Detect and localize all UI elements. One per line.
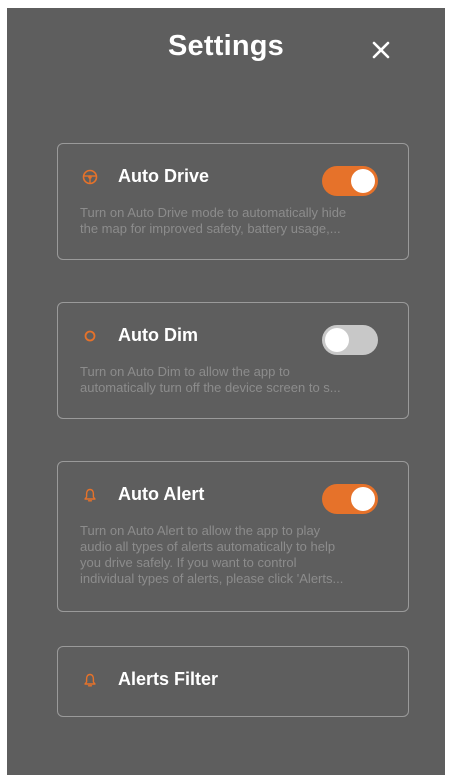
toggle-knob: [351, 169, 375, 193]
close-icon[interactable]: [368, 37, 394, 63]
toggle-knob: [325, 328, 349, 352]
alerts-filter-label: Alerts Filter: [118, 669, 219, 689]
auto-drive-label: Auto Drive: [118, 166, 210, 186]
auto-dim-description: Turn on Auto Dim to allow the app to aut…: [80, 364, 341, 395]
auto-dim-header: Auto Dim: [82, 325, 198, 346]
auto-alert-card: Auto Alert Turn on Auto Alert to allow t…: [57, 461, 409, 612]
brightness-icon: [84, 330, 96, 341]
auto-drive-toggle[interactable]: [322, 166, 378, 196]
bell-icon: [84, 673, 96, 687]
toggle-knob: [351, 487, 375, 511]
auto-dim-card: Auto Dim Turn on Auto Dim to allow the a…: [57, 302, 409, 419]
alerts-filter-button[interactable]: Alerts Filter: [57, 646, 409, 717]
auto-alert-header: Auto Alert: [82, 484, 204, 505]
auto-drive-description: Turn on Auto Drive mode to automatically…: [80, 205, 347, 236]
alerts-filter-header: Alerts Filter: [82, 669, 218, 690]
auto-drive-card: Auto Drive Turn on Auto Drive mode to au…: [57, 143, 409, 260]
steering-wheel-icon: [82, 169, 98, 184]
auto-alert-description: Turn on Auto Alert to allow the app to p…: [80, 523, 344, 586]
auto-alert-label: Auto Alert: [118, 484, 205, 504]
auto-dim-toggle[interactable]: [322, 325, 378, 355]
auto-dim-label: Auto Dim: [118, 325, 198, 345]
auto-drive-header: Auto Drive: [82, 166, 209, 187]
bell-icon: [84, 488, 96, 502]
auto-alert-toggle[interactable]: [322, 484, 378, 514]
settings-screen: Settings Auto Drive Turn on Auto Drive m…: [7, 8, 445, 775]
